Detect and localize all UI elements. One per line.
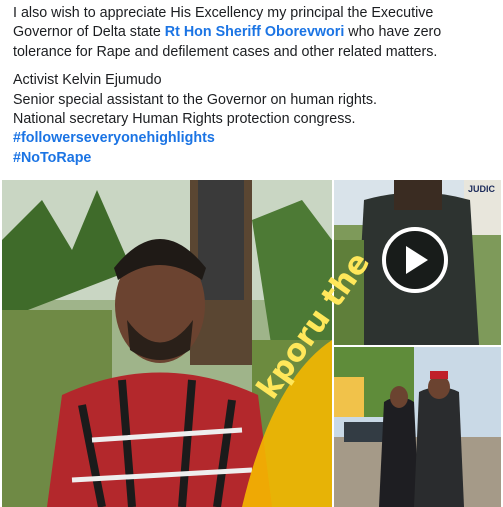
post-line-segment: Governor of Delta state bbox=[13, 24, 165, 41]
author-name: Activist Kelvin Ejumudo bbox=[13, 72, 162, 89]
post-line: I also wish to appreciate His Excellency… bbox=[13, 5, 434, 21]
hashtag-link[interactable]: #NoToRape bbox=[13, 149, 497, 168]
video-play-button[interactable] bbox=[382, 227, 448, 293]
author-title: Senior special assistant to the Governor… bbox=[13, 91, 377, 108]
post-line-segment: who have zero bbox=[344, 24, 442, 41]
post-paragraph-appreciation: I also wish to appreciate His Excellency… bbox=[13, 4, 497, 62]
post-line: tolerance for Rape and defilement cases … bbox=[13, 43, 438, 60]
post-paragraph-signature: Activist Kelvin Ejumudo Senior special a… bbox=[13, 71, 497, 168]
group-photo[interactable] bbox=[334, 347, 501, 507]
post-text: I also wish to appreciate His Excellency… bbox=[13, 4, 497, 177]
governor-mention-link[interactable]: Rt Hon Sheriff Oborevwori bbox=[165, 24, 345, 40]
hashtag-link[interactable]: #followerseveryonehighlights bbox=[13, 129, 497, 148]
post-line: Governor of Delta state Rt Hon Sheriff O… bbox=[13, 23, 497, 42]
video-sign-text: JUDIC bbox=[468, 184, 496, 194]
author-role: National secretary Human Rights protecti… bbox=[13, 111, 356, 128]
play-icon bbox=[406, 246, 428, 274]
group-photo-image bbox=[334, 347, 501, 507]
media-grid: JUDIC bbox=[0, 178, 503, 507]
